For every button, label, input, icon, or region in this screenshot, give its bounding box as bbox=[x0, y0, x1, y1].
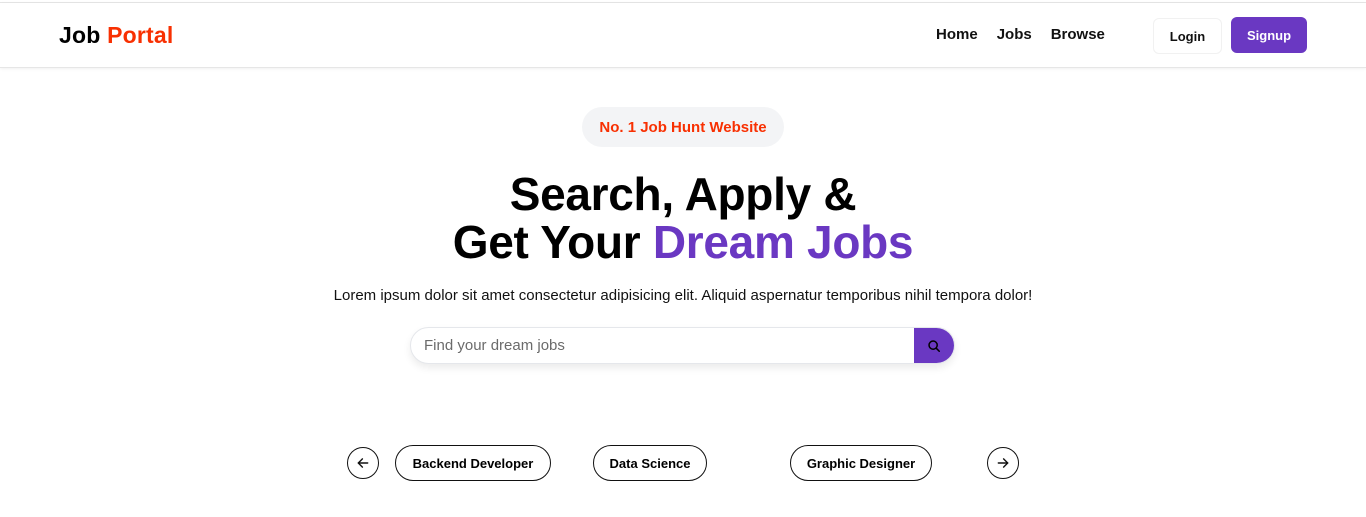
category-pill[interactable]: Data Science bbox=[593, 445, 707, 481]
headline-line1: Search, Apply & bbox=[509, 168, 857, 220]
arrow-right-icon bbox=[997, 458, 1009, 468]
nav-links: Home Jobs Browse bbox=[936, 26, 1105, 43]
search-icon bbox=[928, 339, 941, 352]
hero-headline: Search, Apply & Get Your Dream Jobs bbox=[0, 170, 1366, 266]
arrow-left-icon bbox=[357, 458, 369, 468]
nav-browse-link[interactable]: Browse bbox=[1051, 26, 1105, 43]
headline-line2-accent: Dream Jobs bbox=[652, 216, 914, 268]
category-pill[interactable]: Backend Developer bbox=[395, 445, 551, 481]
hero-badge: No. 1 Job Hunt Website bbox=[582, 107, 784, 147]
logo-accent-text: Portal bbox=[107, 22, 174, 48]
search-input[interactable] bbox=[411, 328, 914, 363]
search-button[interactable] bbox=[914, 328, 954, 363]
navbar: Job Portal Home Jobs Browse Login Signup bbox=[0, 3, 1366, 68]
hero-subtext: Lorem ipsum dolor sit amet consectetur a… bbox=[333, 287, 1033, 304]
headline-line2-prefix: Get Your bbox=[452, 216, 641, 268]
logo-text: Job bbox=[59, 22, 101, 48]
category-pill[interactable]: Graphic Designer bbox=[790, 445, 932, 481]
signup-button[interactable]: Signup bbox=[1231, 17, 1307, 53]
nav-home-link[interactable]: Home bbox=[936, 26, 978, 43]
search-bar bbox=[410, 327, 955, 364]
nav-jobs-link[interactable]: Jobs bbox=[997, 26, 1032, 43]
logo[interactable]: Job Portal bbox=[59, 22, 173, 49]
carousel-prev-button[interactable] bbox=[347, 447, 379, 479]
carousel-next-button[interactable] bbox=[987, 447, 1019, 479]
login-button[interactable]: Login bbox=[1153, 18, 1222, 54]
